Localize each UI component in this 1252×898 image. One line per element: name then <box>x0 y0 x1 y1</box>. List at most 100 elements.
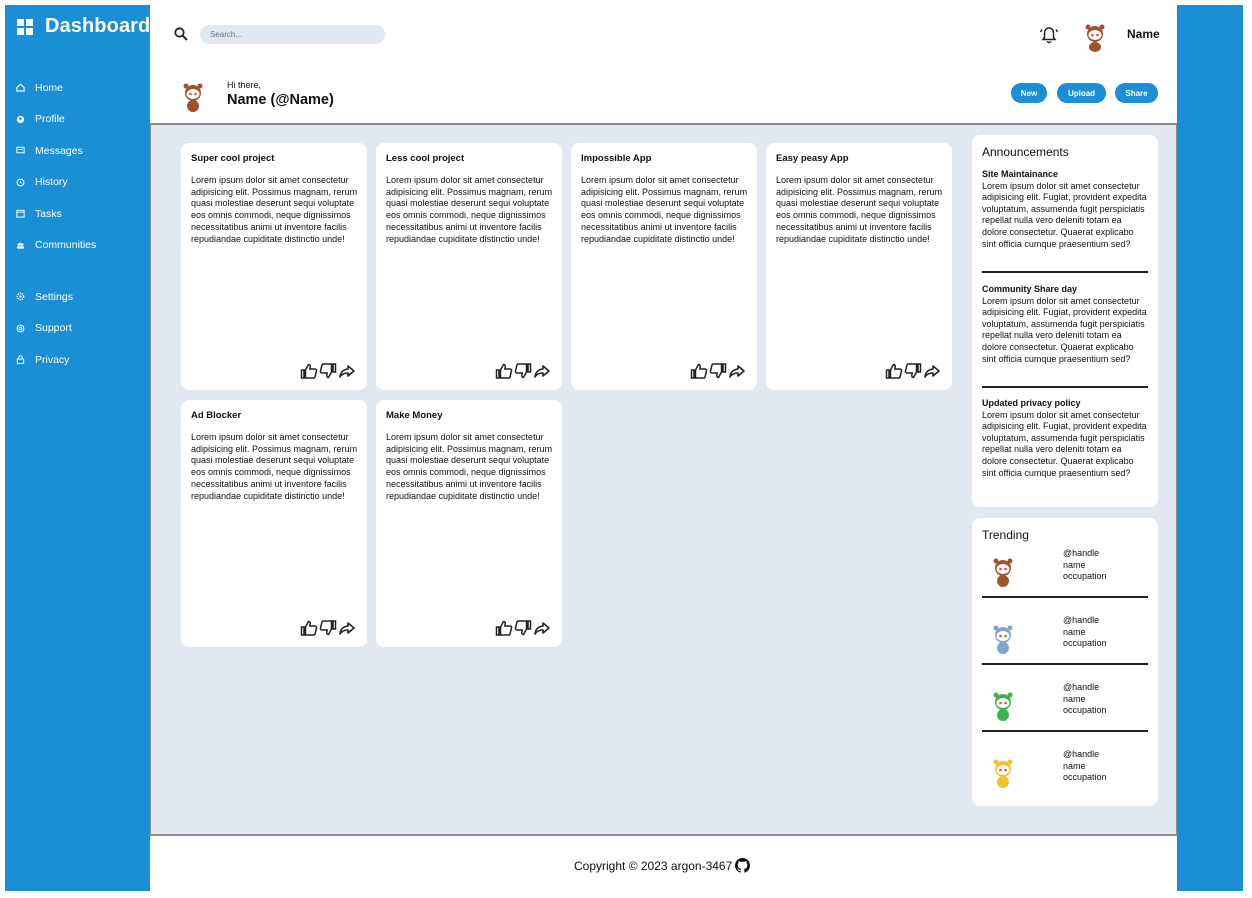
announcement-item[interactable]: Updated privacy policy Lorem ipsum dolor… <box>982 398 1148 479</box>
brand[interactable]: Dashboard <box>17 15 150 38</box>
footer: Copyright © 2023 argon-3467 <box>150 836 1177 891</box>
trending-item[interactable]: @handle name occupation <box>982 749 1148 816</box>
project-card[interactable]: Easy peasy App Lorem ipsum dolor sit amet… <box>766 143 952 390</box>
trending-item[interactable]: @handle name occupation <box>982 548 1148 615</box>
share-icon[interactable] <box>533 619 551 637</box>
sidebar-item-home[interactable]: Home <box>16 72 146 104</box>
project-card[interactable]: Less cool project Lorem ipsum dolor sit a… <box>376 143 562 390</box>
share-icon[interactable] <box>923 362 941 380</box>
sidebar-item-privacy[interactable]: Privacy <box>16 344 146 376</box>
user-name[interactable]: Name <box>1127 27 1160 41</box>
sidebar-item-label: Home <box>35 81 64 94</box>
search-input[interactable] <box>200 25 385 44</box>
sidebar-item-label: Settings <box>35 290 73 303</box>
announcement-item[interactable]: Site Maintainance Lorem ipsum dolor sit … <box>982 169 1148 250</box>
trending-occupation: occupation <box>1063 638 1107 649</box>
trending-occupation: occupation <box>1063 772 1107 783</box>
sidebar-item-label: Support <box>35 322 72 335</box>
app-title: Dashboard <box>45 15 151 37</box>
thumbs-up-icon[interactable] <box>690 362 708 380</box>
project-title: Ad Blocker <box>191 410 242 421</box>
upload-button[interactable]: Upload <box>1057 83 1106 103</box>
announcement-text: Lorem ipsum dolor sit amet consectetur a… <box>982 409 1147 478</box>
bell-icon[interactable] <box>1039 25 1059 45</box>
thumbs-down-icon[interactable] <box>514 619 532 637</box>
sidebar-item-tasks[interactable]: Tasks <box>16 198 146 230</box>
share-button[interactable]: Share <box>1115 83 1158 103</box>
thumbs-up-icon[interactable] <box>300 362 318 380</box>
trending-handle: @handle <box>1063 682 1100 692</box>
divider <box>982 596 1148 598</box>
trending-info: @handle name occupation <box>1063 749 1107 784</box>
project-description: Lorem ipsum dolor sit amet consectetur a… <box>191 432 358 501</box>
project-description: Lorem ipsum dolor sit amet consectetur a… <box>191 175 358 244</box>
trending-name: name <box>1063 693 1086 704</box>
messages-icon <box>16 147 25 154</box>
project-card[interactable]: Ad Blocker Lorem ipsum dolor sit amet con… <box>181 400 367 647</box>
sidebar-item-label: Profile <box>35 113 65 126</box>
thumbs-down-icon[interactable] <box>319 362 337 380</box>
github-icon[interactable] <box>735 858 751 873</box>
sidebar-item-history[interactable]: History <box>16 167 146 199</box>
thumbs-down-icon[interactable] <box>319 619 337 637</box>
trending-item[interactable]: @handle name occupation <box>982 615 1148 682</box>
sidebar: Dashboard Home Profile Messages History … <box>5 5 150 891</box>
project-description: Lorem ipsum dolor sit amet consectetur a… <box>776 175 943 244</box>
announcement-text: Lorem ipsum dolor sit amet consectetur a… <box>982 295 1147 364</box>
sidebar-item-communities[interactable]: Communities <box>16 230 146 262</box>
avatar <box>993 558 1013 587</box>
thumbs-down-icon[interactable] <box>709 362 727 380</box>
avatar <box>993 759 1013 788</box>
trending-name: name <box>1063 626 1086 637</box>
trending-title: Trending <box>982 528 1029 542</box>
project-title: Easy peasy App <box>776 153 849 164</box>
announcements-panel: Announcements Site Maintainance Lorem ip… <box>972 135 1158 507</box>
app-frame: Dashboard Home Profile Messages History … <box>5 5 1243 891</box>
share-icon[interactable] <box>338 362 356 380</box>
card-actions <box>495 619 551 637</box>
trending-panel: Trending @handle name occupation @handle nam… <box>972 518 1158 806</box>
greeting-bar: Hi there, Name (@Name) New Upload Share <box>150 67 1177 125</box>
sidebar-item-messages[interactable]: Messages <box>16 135 146 167</box>
thumbs-down-icon[interactable] <box>904 362 922 380</box>
footer-text: Copyright © 2023 argon-3467 <box>574 858 733 873</box>
trending-item[interactable]: @handle name occupation <box>982 682 1148 749</box>
share-icon[interactable] <box>338 619 356 637</box>
history-icon <box>16 178 25 187</box>
sidebar-item-support[interactable]: Support <box>16 313 146 345</box>
avatar[interactable] <box>1082 21 1108 53</box>
project-title: Impossible App <box>581 153 652 164</box>
project-card[interactable]: Super cool project Lorem ipsum dolor sit … <box>181 143 367 390</box>
trending-name: name <box>1063 559 1086 570</box>
support-icon <box>16 324 25 333</box>
new-button[interactable]: New <box>1011 83 1047 103</box>
sidebar-item-label: Privacy <box>35 353 70 366</box>
project-card[interactable]: Impossible App Lorem ipsum dolor sit amet… <box>571 143 757 390</box>
announcements-title: Announcements <box>982 145 1069 159</box>
trending-name: name <box>1063 760 1086 771</box>
sidebar-item-profile[interactable]: Profile <box>16 104 146 136</box>
main-area: Name Hi there, Name (@Name) New Upload S… <box>150 5 1177 891</box>
card-actions <box>300 619 356 637</box>
search-icon[interactable] <box>174 27 188 41</box>
announcement-item[interactable]: Community Share day Lorem ipsum dolor si… <box>982 284 1148 365</box>
share-icon[interactable] <box>533 362 551 380</box>
thumbs-down-icon[interactable] <box>514 362 532 380</box>
sidebar-item-settings[interactable]: Settings <box>16 281 146 313</box>
thumbs-up-icon[interactable] <box>495 362 513 380</box>
tasks-icon <box>16 210 25 218</box>
profile-icon <box>16 115 25 123</box>
project-card[interactable]: Make Money Lorem ipsum dolor sit amet con… <box>376 400 562 647</box>
thumbs-up-icon[interactable] <box>885 362 903 380</box>
thumbs-up-icon[interactable] <box>300 619 318 637</box>
avatar <box>183 83 203 112</box>
share-icon[interactable] <box>728 362 746 380</box>
trending-info: @handle name occupation <box>1063 682 1107 717</box>
dashboard-icon <box>17 18 33 35</box>
content-area: Super cool project Lorem ipsum dolor sit … <box>150 123 1177 836</box>
announcement-text: Lorem ipsum dolor sit amet consectetur a… <box>982 180 1147 249</box>
communities-icon <box>16 242 25 249</box>
card-actions <box>495 362 551 380</box>
card-actions <box>690 362 746 380</box>
thumbs-up-icon[interactable] <box>495 619 513 637</box>
